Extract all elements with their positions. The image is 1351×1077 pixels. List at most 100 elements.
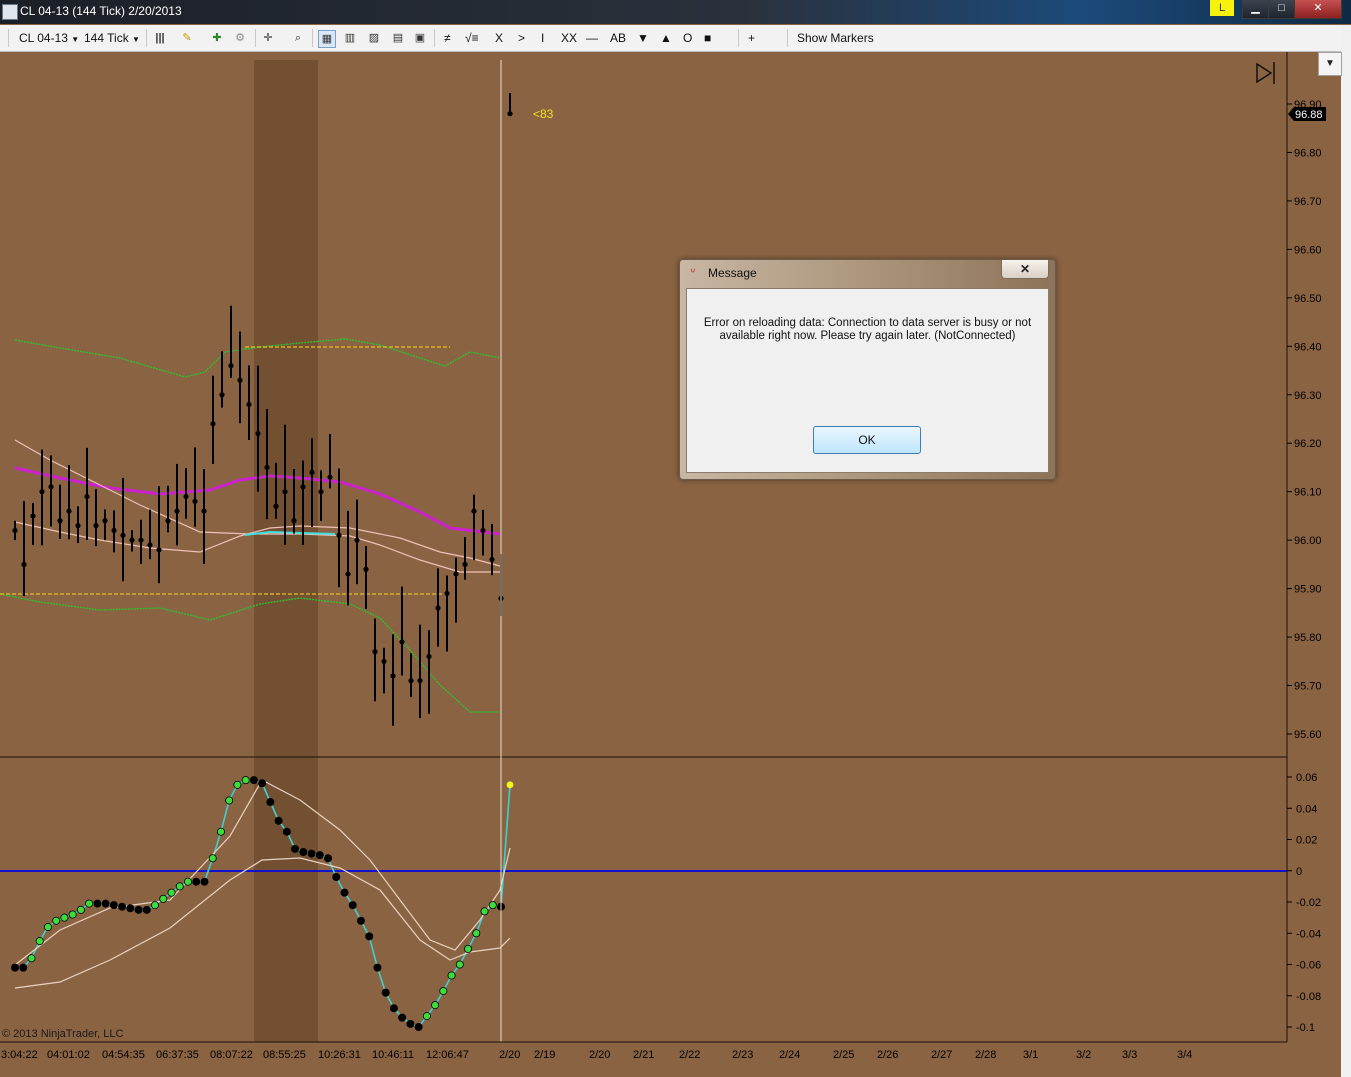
toolbar-separator [255, 29, 256, 47]
osc-tick-label: -0.08 [1296, 991, 1321, 1003]
osc-tick-label: -0.02 [1296, 897, 1321, 909]
price-bar-close [309, 469, 315, 475]
price-bar-close [93, 523, 99, 529]
add-tool-button[interactable]: + [748, 31, 755, 45]
oscillator-point [27, 954, 36, 963]
price-bar-close [192, 498, 198, 504]
instrument-selector[interactable]: CL 04-13 ▼ [19, 31, 79, 45]
price-tick-label: 96.70 [1294, 196, 1322, 208]
price-tick-label: 95.80 [1294, 632, 1322, 644]
oscillator-point [455, 960, 464, 969]
last-price-close [507, 111, 513, 117]
time-tick-label: 12:06:47 [426, 1049, 469, 1061]
price-bar-close [273, 503, 279, 509]
price-tick-label: 96.40 [1294, 341, 1322, 353]
dialog-message: Error on reloading data: Connection to d… [703, 317, 1032, 342]
right-edge-strip [1341, 25, 1351, 1077]
tool-ellipse[interactable]: O [683, 31, 692, 45]
oscillator-point [175, 882, 184, 891]
time-tick-label: 10:26:31 [318, 1049, 361, 1061]
oscillator-point [85, 899, 94, 908]
time-tick-label: 2/22 [679, 1049, 700, 1061]
maximize-button[interactable]: □ [1268, 0, 1295, 19]
tool-line[interactable]: — [586, 31, 598, 45]
oscillator-point [241, 776, 250, 785]
price-bar-close [327, 474, 333, 480]
price-bar-close [345, 571, 351, 577]
price-bar-close [354, 537, 360, 543]
price-tick-label: 96.00 [1294, 535, 1322, 547]
osc-tick-label: -0.04 [1296, 928, 1321, 940]
ok-button[interactable]: OK [813, 426, 921, 454]
oscillator-point [167, 888, 176, 897]
dialog-body: Error on reloading data: Connection to d… [686, 288, 1049, 473]
price-bar-close [237, 377, 243, 383]
tool-xx[interactable]: XX [561, 31, 577, 45]
close-button[interactable]: ✕ [1294, 0, 1342, 19]
tool-down-arrow[interactable]: ▼ [637, 31, 649, 45]
oscillator-point [348, 901, 357, 910]
show-markers-button[interactable]: Show Markers [797, 31, 874, 45]
chart-trader-icon[interactable]: ▦ [318, 30, 336, 48]
time-tick-label: 10:46:11 [372, 1049, 414, 1061]
tool-ab[interactable]: AB [610, 31, 626, 45]
bar-type-icon[interactable]: ||| [152, 30, 168, 46]
time-tick-label: 2/24 [779, 1049, 800, 1061]
toolbar-separator [434, 29, 435, 47]
tool-rectangle[interactable]: ■ [704, 31, 711, 45]
interval-selector[interactable]: 144 Tick ▼ [84, 31, 140, 45]
price-bar-close [228, 363, 234, 369]
oscillator-point [406, 1019, 415, 1028]
oscillator-point [159, 894, 168, 903]
last-price-label: 96.88 [1295, 109, 1323, 121]
oscillator-point [208, 854, 217, 863]
osc-tick-label: -0.06 [1296, 960, 1321, 972]
print-icon[interactable]: ▤ [390, 30, 406, 46]
time-tick-label: 3/2 [1076, 1049, 1091, 1061]
time-tick-label: 2/27 [931, 1049, 952, 1061]
price-bar-close [21, 561, 27, 567]
zoom-icon[interactable]: ⌕ [290, 30, 306, 46]
strategy-icon[interactable]: ⚙ [232, 30, 248, 46]
tool-not-equal[interactable]: ≠ [444, 31, 451, 45]
price-bar-close [372, 649, 378, 655]
tool-i[interactable]: I [541, 31, 544, 45]
tool-greater[interactable]: > [518, 31, 525, 45]
price-bar-close [120, 532, 126, 538]
chart-toolbar: CL 04-13 ▼ 144 Tick ▼ ||| ✎ ✚ ⚙ ✛ ⌕ ▦ ▥ … [0, 25, 1341, 52]
oscillator-point [291, 844, 300, 853]
tool-up-arrow[interactable]: ▲ [660, 31, 672, 45]
oscillator-point [414, 1023, 423, 1032]
dialog-close-button[interactable]: ✕ [1001, 260, 1049, 279]
oscillator-point [60, 913, 69, 922]
add-indicator-icon[interactable]: ✚ [209, 30, 225, 46]
price-tick-label: 96.50 [1294, 293, 1322, 305]
price-bar-close [66, 508, 72, 514]
oscillator-point [480, 907, 489, 916]
tool-root[interactable]: √≡ [465, 31, 479, 45]
oscillator-point [299, 848, 308, 857]
chart-image-icon[interactable]: ▨ [366, 30, 382, 46]
interval-label: 144 Tick [84, 31, 129, 45]
properties-icon[interactable]: ▣ [412, 30, 428, 46]
crosshair-icon[interactable]: ✛ [260, 30, 276, 46]
tool-x[interactable]: X [495, 31, 503, 45]
chart-area[interactable]: 96.9096.8096.7096.6096.5096.4096.3096.20… [0, 52, 1341, 1077]
price-bar-close [282, 489, 288, 495]
oscillator-point [142, 905, 151, 914]
oscillator-point [356, 916, 365, 925]
data-box-icon[interactable]: ▥ [342, 30, 358, 46]
time-tick-label: 04:54:35 [102, 1049, 145, 1061]
message-dialog: ᐡ Message ✕ Error on reloading data: Con… [679, 259, 1056, 480]
pencil-draw-icon[interactable]: ✎ [179, 30, 195, 46]
minimize-button[interactable]: ▁ [1242, 0, 1269, 19]
chart-menu-dropdown[interactable]: ▼ [1318, 52, 1342, 76]
oscillator-point [126, 904, 135, 913]
price-tick-label: 95.90 [1294, 584, 1322, 596]
price-bar-close [426, 653, 432, 660]
price-bar-close [138, 537, 144, 543]
oscillator-point [266, 798, 275, 807]
oscillator-point [324, 854, 333, 863]
price-bar-close [111, 527, 117, 534]
price-bar-close [201, 508, 207, 514]
